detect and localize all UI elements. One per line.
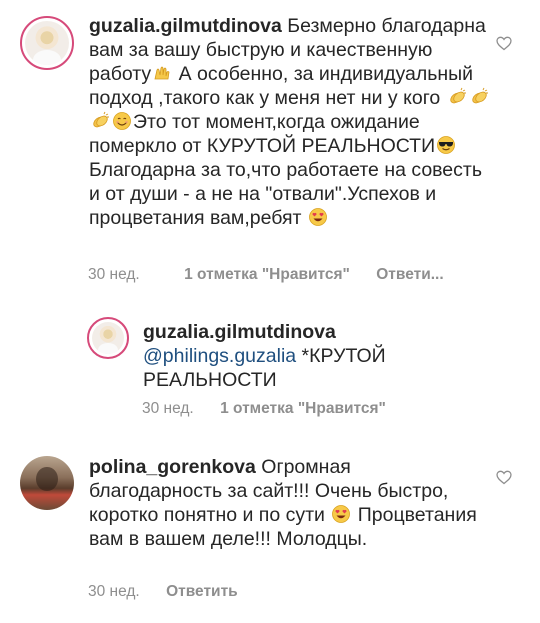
reply-button[interactable]: Ответи... xyxy=(376,266,443,283)
clapping-hands-emoji xyxy=(469,87,489,107)
comment-username[interactable]: polina_gorenkova xyxy=(89,456,256,478)
comment-time: 30 нед. xyxy=(142,400,194,417)
like-heart-icon[interactable] xyxy=(496,36,512,51)
avatar-photo xyxy=(25,21,69,65)
comment-text: guzalia.gilmutdinova Безмерно благодарна… xyxy=(89,14,494,230)
raising-hands-emoji xyxy=(152,63,172,83)
comment-text: polina_gorenkova Огромная благодарность … xyxy=(89,455,489,551)
avatar[interactable] xyxy=(20,16,74,70)
avatar[interactable] xyxy=(87,317,129,359)
avatar-photo xyxy=(92,322,124,354)
like-heart-icon[interactable] xyxy=(496,470,512,485)
comment-username[interactable]: guzalia.gilmutdinova xyxy=(143,321,336,343)
comment-meta: 30 нед. 1 отметка "Нравится" xyxy=(142,400,408,418)
comment-username[interactable]: guzalia.gilmutdinova xyxy=(89,15,282,37)
smiling-face-emoji xyxy=(112,111,132,131)
comment-text: guzalia.gilmutdinova @philings.guzalia *… xyxy=(143,320,433,392)
comment-time: 30 нед. xyxy=(88,266,140,283)
heart-eyes-emoji xyxy=(331,504,351,524)
reply-button[interactable]: Ответить xyxy=(166,583,238,600)
likes-count-link[interactable]: 1 отметка "Нравится" xyxy=(184,266,350,283)
sunglasses-face-emoji xyxy=(436,135,456,155)
comment-meta: 30 нед. 1 отметка "Нравится" Ответи... xyxy=(88,266,466,284)
avatar[interactable] xyxy=(20,456,74,510)
comment-time: 30 нед. xyxy=(88,583,140,600)
comment-meta: 30 нед. Ответить xyxy=(88,583,260,601)
heart-eyes-emoji xyxy=(308,207,328,227)
mention-link[interactable]: @philings.guzalia xyxy=(143,345,296,367)
likes-count-link[interactable]: 1 отметка "Нравится" xyxy=(220,400,386,417)
clapping-hands-emoji xyxy=(447,87,467,107)
comment-body-part: Благодарна за то,что работаете на совест… xyxy=(89,159,482,229)
clapping-hands-emoji xyxy=(90,111,110,131)
comment-body-part: Это тот момент,когда ожидание померкло о… xyxy=(89,111,436,157)
